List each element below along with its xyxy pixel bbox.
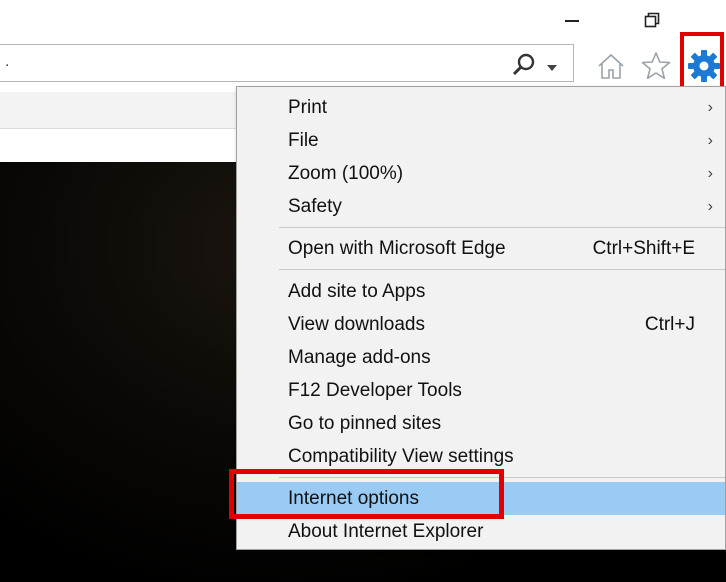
address-input[interactable]: .	[5, 53, 9, 71]
menu-item-add-site-to-apps[interactable]: Add site to Apps	[237, 275, 725, 308]
menu-item-label: File	[288, 129, 319, 151]
search-dropdown-button[interactable]	[546, 60, 558, 71]
submenu-arrow-icon: ›	[707, 98, 713, 116]
menu-item-safety[interactable]: Safety ›	[237, 190, 725, 223]
menu-item-open-with-edge[interactable]: Open with Microsoft Edge Ctrl+Shift+E	[237, 232, 725, 265]
menu-item-label: About Internet Explorer	[288, 520, 484, 542]
submenu-arrow-icon: ›	[707, 164, 713, 182]
menu-item-developer-tools[interactable]: F12 Developer Tools	[237, 374, 725, 407]
favorites-button[interactable]	[639, 50, 673, 82]
minimize-icon	[565, 20, 579, 22]
menu-item-label: F12 Developer Tools	[288, 379, 462, 401]
menu-item-print[interactable]: Print ›	[237, 91, 725, 124]
search-icon	[512, 53, 535, 76]
restore-button[interactable]	[632, 6, 672, 34]
search-button[interactable]	[510, 52, 538, 76]
menu-item-label: Open with Microsoft Edge	[288, 237, 506, 259]
menu-item-shortcut: Ctrl+Shift+E	[592, 237, 695, 259]
menu-item-label: Manage add-ons	[288, 346, 431, 368]
menu-item-zoom[interactable]: Zoom (100%) ›	[237, 157, 725, 190]
chevron-down-icon	[547, 65, 557, 71]
menu-item-label: Go to pinned sites	[288, 412, 442, 434]
menu-item-label: View downloads	[288, 313, 425, 335]
menu-item-label: Compatibility View settings	[288, 445, 514, 467]
menu-item-file[interactable]: File ›	[237, 124, 725, 157]
home-button[interactable]	[594, 50, 628, 82]
tools-callout-box	[680, 32, 724, 90]
menu-item-label: Print	[288, 96, 328, 118]
restore-icon	[644, 12, 660, 28]
menu-item-manage-addons[interactable]: Manage add-ons	[237, 341, 725, 374]
menu-item-about-ie[interactable]: About Internet Explorer	[237, 515, 725, 548]
menu-item-label: Add site to Apps	[288, 280, 426, 302]
menu-separator	[279, 227, 725, 228]
address-bar[interactable]: .	[0, 44, 574, 82]
menu-separator	[279, 269, 725, 270]
minimize-button[interactable]	[552, 6, 592, 34]
internet-options-callout-box	[229, 469, 504, 519]
menu-item-shortcut: Ctrl+J	[644, 313, 695, 335]
menu-item-view-downloads[interactable]: View downloads Ctrl+J	[237, 308, 725, 341]
star-icon	[641, 52, 671, 80]
submenu-arrow-icon: ›	[707, 131, 713, 149]
home-icon	[598, 53, 624, 79]
menu-item-label: Zoom (100%)	[288, 162, 404, 184]
menu-item-pinned-sites[interactable]: Go to pinned sites	[237, 407, 725, 440]
submenu-arrow-icon: ›	[707, 197, 713, 215]
menu-item-label: Safety	[288, 195, 342, 217]
